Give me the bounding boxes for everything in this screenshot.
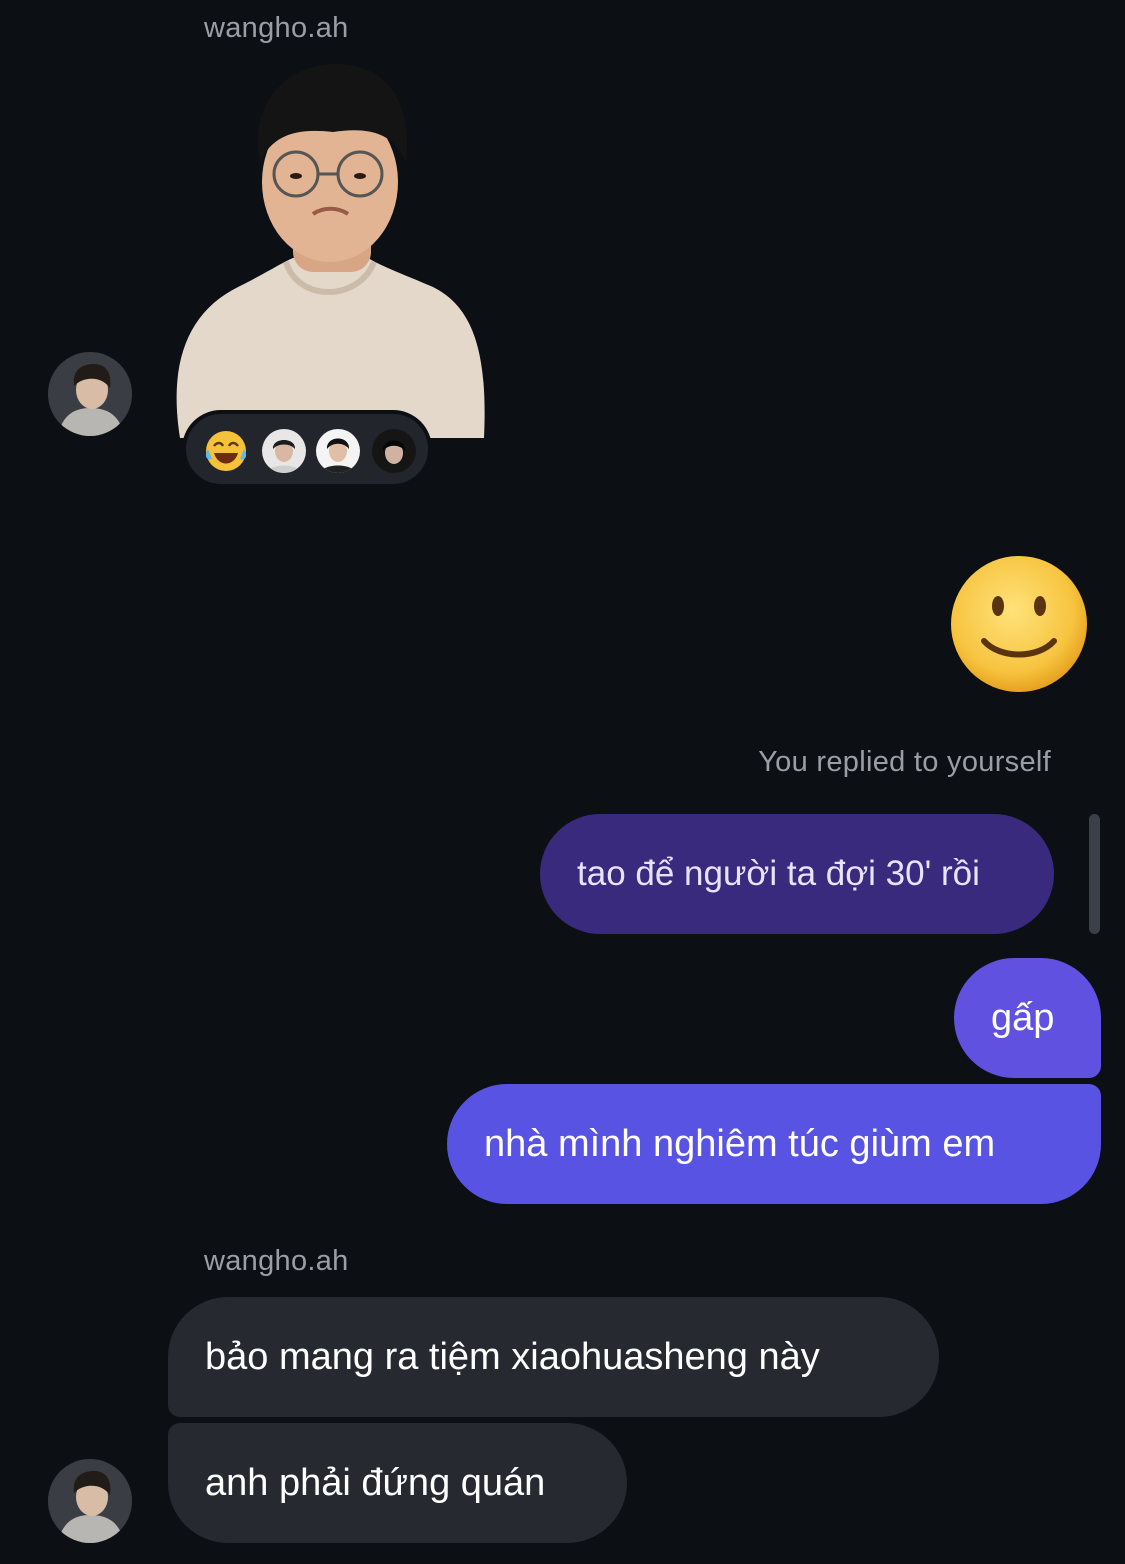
reactor-avatar-3 bbox=[372, 429, 416, 473]
reactor-avatar-2 bbox=[316, 429, 360, 473]
outgoing-message-bubble[interactable]: nhà mình nghiêm túc giùm em bbox=[447, 1084, 1101, 1204]
person-sticker[interactable] bbox=[168, 62, 488, 438]
face-with-tears-of-joy-icon bbox=[204, 429, 248, 473]
sender-avatar[interactable] bbox=[48, 352, 132, 436]
reply-caption: You replied to yourself bbox=[758, 746, 1051, 778]
reactions-bar[interactable] bbox=[182, 410, 432, 488]
slightly-smiling-face-icon[interactable] bbox=[948, 553, 1090, 695]
outgoing-message-bubble[interactable]: gấp bbox=[954, 958, 1101, 1078]
chat-thread: wangho.ah You replied to yourself tao để… bbox=[0, 0, 1125, 1564]
reply-indicator-bar bbox=[1089, 814, 1100, 934]
sender-name: wangho.ah bbox=[204, 1245, 349, 1277]
reactor-avatar-1 bbox=[262, 429, 306, 473]
sender-avatar[interactable] bbox=[48, 1459, 132, 1543]
incoming-message-bubble[interactable]: anh phải đứng quán bbox=[168, 1423, 627, 1543]
sender-name: wangho.ah bbox=[204, 12, 349, 44]
incoming-message-bubble[interactable]: bảo mang ra tiệm xiaohuasheng này bbox=[168, 1297, 939, 1417]
replied-message-bubble[interactable]: tao để người ta đợi 30' rồi bbox=[540, 814, 1054, 934]
